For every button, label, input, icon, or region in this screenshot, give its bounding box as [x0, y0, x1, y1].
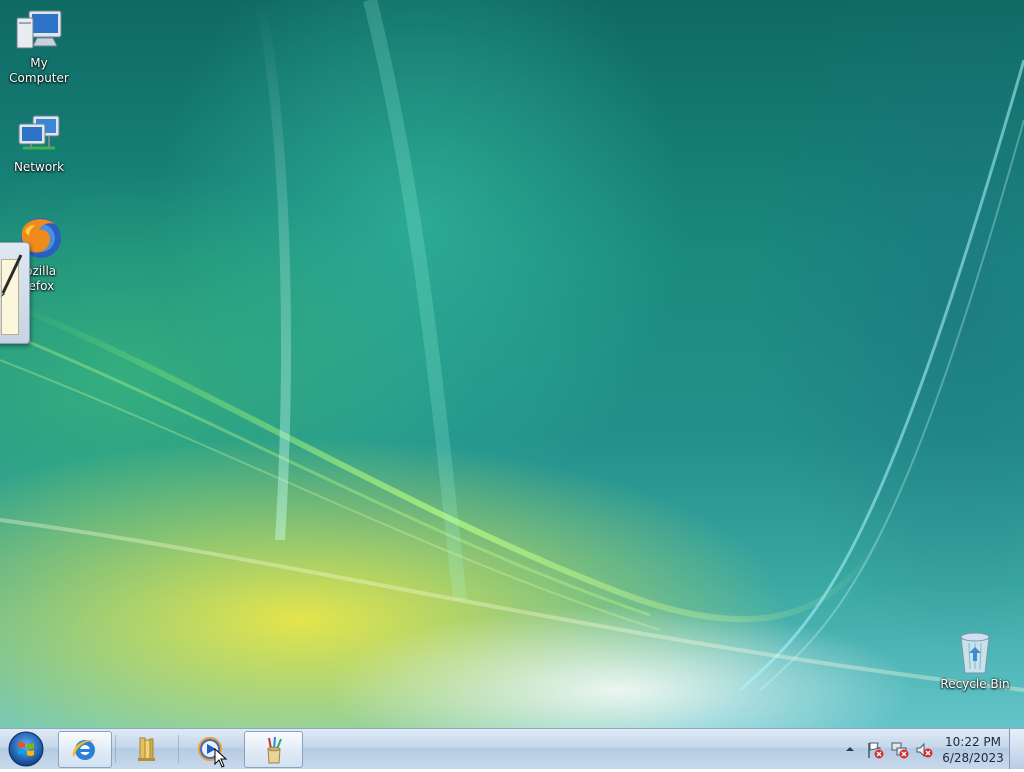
taskbar-separator [178, 735, 179, 763]
taskbar-button-internet-explorer[interactable] [58, 731, 112, 768]
wallpaper-streaks [0, 0, 1024, 692]
volume-muted-icon[interactable] [915, 741, 933, 759]
clock-date: 6/28/2023 [942, 751, 1004, 765]
desktop-icon-label: Network [13, 160, 65, 174]
taskbar-separator [115, 735, 116, 763]
recycle-bin-icon [960, 632, 990, 674]
paint-brushes-icon [266, 736, 282, 763]
windows-start-orb-icon [8, 731, 44, 767]
show-hidden-icons-arrow[interactable] [843, 742, 857, 756]
start-button[interactable] [6, 730, 46, 768]
show-desktop-button[interactable] [1009, 729, 1024, 769]
taskbar[interactable]: 10:22 PM 6/28/2023 [0, 728, 1024, 769]
network-icon [18, 115, 60, 150]
offscreen-window-fragment[interactable] [0, 242, 30, 344]
computer-icon [16, 10, 62, 49]
internet-explorer-icon [72, 739, 97, 760]
desktop-icon-recycle-bin[interactable]: Recycle Bin [937, 631, 1013, 692]
clock-time: 10:22 PM [945, 735, 1001, 749]
desktop-icon-label: Recycle Bin [940, 677, 1010, 691]
desktop-icon-network[interactable]: Network [1, 112, 77, 175]
taskbar-button-windows-media-player[interactable] [184, 731, 236, 766]
taskbar-button-libraries[interactable] [120, 731, 172, 766]
network-error-icon[interactable] [891, 741, 909, 759]
pen-icon [1, 254, 23, 297]
action-center-flag-icon[interactable] [866, 741, 884, 759]
taskbar-button-paint-window[interactable] [244, 731, 303, 768]
folder-library-icon [138, 737, 155, 761]
system-clock[interactable]: 10:22 PM 6/28/2023 [938, 734, 1008, 766]
desktop-icon-label: My Computer [9, 56, 69, 85]
desktop-icon-my-computer[interactable]: My Computer [1, 8, 77, 86]
desktop-wallpaper[interactable]: My Computer Network lozilla refox Recycl… [0, 0, 1024, 728]
media-player-icon [198, 736, 222, 761]
